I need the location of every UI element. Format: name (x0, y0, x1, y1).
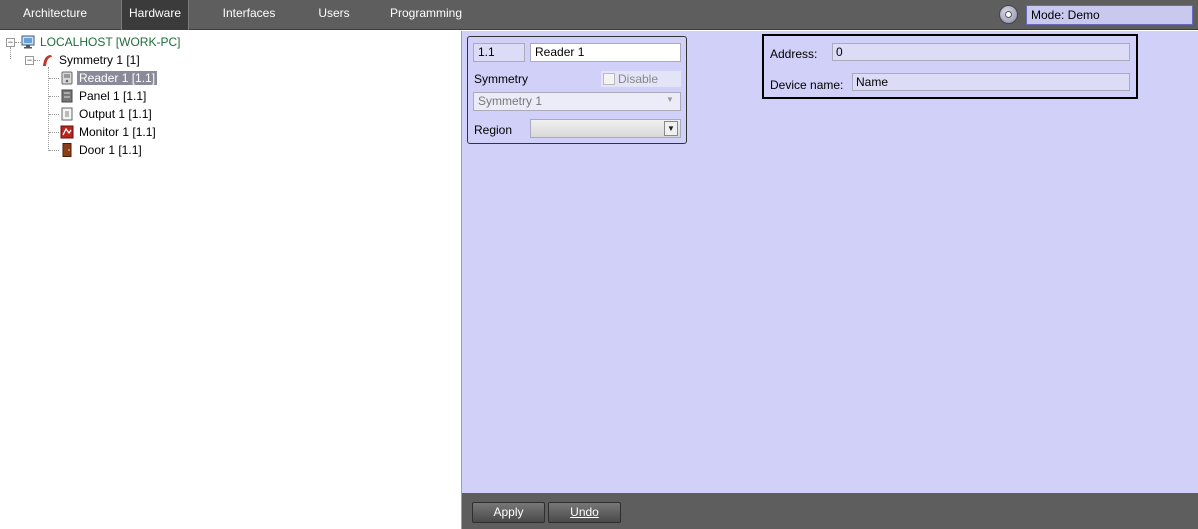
region-select[interactable] (530, 119, 681, 138)
tab-architecture[interactable]: Architecture (0, 0, 110, 30)
tab-interfaces[interactable]: Interfaces (210, 0, 288, 30)
tab-hardware[interactable]: Hardware (121, 0, 189, 30)
tree-connector (49, 150, 59, 151)
tree-item-panel[interactable]: Panel 1 [1.1] (77, 88, 148, 104)
apply-button[interactable]: Apply (472, 502, 545, 523)
collapse-symmetry-icon[interactable]: − (25, 56, 34, 65)
tree-item-symmetry-label: Symmetry 1 [1] (59, 53, 140, 67)
chevron-down-icon: ▼ (666, 95, 674, 104)
tree-connector (34, 60, 40, 61)
tree-item-reader-label: Reader 1 [1.1] (77, 71, 158, 85)
mode-indicator[interactable]: Mode: Demo (1026, 5, 1193, 25)
gear-icon[interactable] (999, 5, 1018, 24)
tree-item-monitor-label: Monitor 1 [1.1] (79, 125, 156, 139)
tree-connector (48, 67, 49, 151)
tree-item-reader[interactable]: Reader 1 [1.1] (77, 70, 158, 86)
disable-label: Disable (618, 72, 659, 86)
tree-connector (49, 114, 59, 115)
object-card: 1.1 Reader 1 Symmetry Disable Symmetry 1… (467, 36, 687, 144)
tree-connector (49, 96, 59, 97)
parent-select-value: Symmetry 1 (478, 94, 543, 108)
collapse-host-icon[interactable]: − (6, 38, 15, 47)
reader-icon (61, 71, 73, 85)
tree-item-symmetry[interactable]: Symmetry 1 [1] (57, 52, 142, 68)
action-bar: Apply Undo (462, 493, 1198, 529)
main-menu-bar: Architecture Hardware Interfaces Users P… (0, 0, 1198, 30)
tree-item-panel-label: Panel 1 [1.1] (79, 89, 147, 103)
tree-item-output-label: Output 1 [1.1] (79, 107, 152, 121)
undo-button[interactable]: Undo (548, 502, 621, 523)
tree-connector (49, 78, 59, 79)
disable-checkbox[interactable] (603, 73, 615, 85)
address-label: Address: (770, 47, 818, 61)
tree-connector (49, 132, 59, 133)
disable-area: Disable (601, 71, 681, 87)
tree-item-monitor[interactable]: Monitor 1 [1.1] (77, 124, 158, 140)
computer-icon (21, 35, 35, 49)
object-id-field[interactable]: 1.1 (473, 43, 525, 62)
tree-item-host-label: LOCALHOST [WORK-PC] (40, 35, 181, 49)
undo-button-label: Undo (570, 505, 599, 519)
region-label: Region (474, 123, 513, 137)
tab-users[interactable]: Users (300, 0, 368, 30)
object-tree: − LOCALHOST [WORK-PC] − Symmetry 1 [1] R… (0, 31, 462, 529)
address-field[interactable]: 0 (832, 43, 1130, 61)
device-settings-box: Address: 0 Device name: Name (762, 34, 1138, 99)
symmetry-icon (43, 55, 52, 66)
tree-connector (10, 47, 11, 59)
chevron-down-icon[interactable]: ▼ (664, 121, 678, 136)
parent-select[interactable]: Symmetry 1 (473, 92, 681, 111)
tree-item-output[interactable]: Output 1 [1.1] (77, 106, 154, 122)
tree-item-door[interactable]: Door 1 [1.1] (77, 142, 144, 158)
tab-programming[interactable]: Programming (385, 0, 467, 30)
device-name-label: Device name: (770, 78, 844, 92)
door-icon (62, 143, 72, 157)
output-icon (61, 107, 73, 121)
parent-label: Symmetry (474, 72, 528, 86)
device-name-field[interactable]: Name (852, 73, 1130, 91)
tree-item-door-label: Door 1 [1.1] (79, 143, 142, 157)
panel-icon (61, 89, 73, 103)
monitor-icon (60, 125, 74, 139)
tree-item-host[interactable]: LOCALHOST [WORK-PC] (38, 34, 182, 50)
object-name-field[interactable]: Reader 1 (530, 43, 681, 62)
